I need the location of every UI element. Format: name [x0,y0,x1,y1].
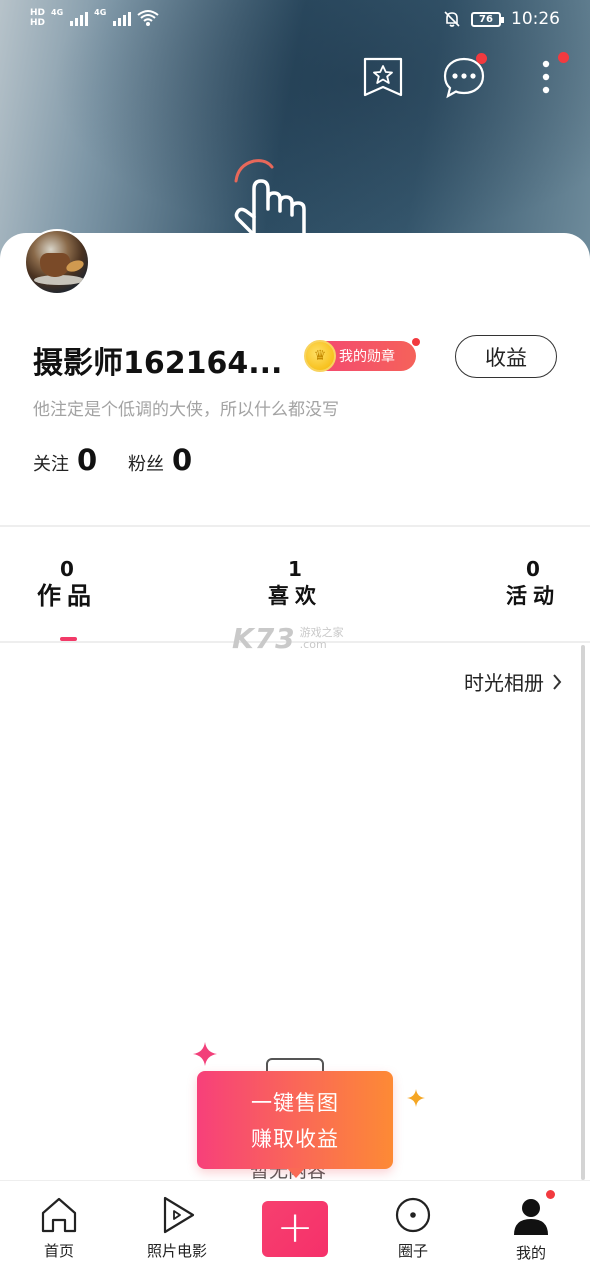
create-plus-button[interactable]: + [262,1201,328,1257]
followers-count: 0 [172,443,193,477]
home-icon [41,1197,77,1233]
tab-works-count: 0 [60,557,74,581]
tab-likes-count: 1 [288,557,302,581]
more-vertical-icon[interactable] [538,52,569,100]
avatar[interactable] [24,229,90,295]
watermark: K73 游戏之家 .com [232,622,344,655]
bookmark-star-icon[interactable] [363,57,403,103]
mute-bell-icon [444,11,460,27]
crown-icon: ♛ [304,340,336,372]
signal-icon [70,10,89,26]
following-count: 0 [77,443,98,477]
nav-circle-label: 圈子 [397,1242,428,1260]
nav-me-label: 我的 [515,1244,546,1262]
battery-icon: 76 [471,11,504,27]
divider [0,525,590,527]
earnings-button[interactable]: 收益 [455,335,557,378]
signal-icon [113,10,132,26]
tab-likes-label: 喜欢 [268,584,322,608]
profile-bio: 他注定是个低调的大侠，所以什么都没写 [33,400,339,420]
nav-photo-movie-label: 照片电影 [146,1242,207,1260]
following-label: 关注 [33,454,69,475]
time-album-label: 时光相册 [464,671,544,695]
status-bar: HD HD 4G 4G 76 10:26 [0,0,590,40]
bottom-navigation: 首页 照片电影 + 圈子 我的 [0,1180,590,1278]
tab-activity-label: 活动 [506,584,560,608]
nav-home-label: 首页 [43,1242,74,1260]
tab-works-label: 作品 [37,582,97,610]
nav-home[interactable]: 首页 [14,1196,104,1261]
person-icon [514,1199,548,1235]
followers-stat[interactable]: 粉丝 0 [128,443,192,477]
scrollbar[interactable] [581,645,585,1180]
play-icon [163,1196,195,1234]
nav-photo-movie[interactable]: 照片电影 [132,1196,222,1261]
tab-activity[interactable]: 0 活动 [496,556,570,610]
nav-circle[interactable]: 圈子 [368,1196,458,1261]
sim-indicator: HD HD [30,8,46,28]
followers-label: 粉丝 [128,454,164,475]
tab-activity-count: 0 [526,557,540,581]
message-more-icon[interactable] [442,53,487,103]
time-album-link[interactable]: 时光相册 [464,667,562,696]
notification-dot [412,338,420,346]
sell-photos-promo[interactable]: 一键售图 赚取收益 [197,1071,393,1178]
plus-icon: + [276,1202,314,1253]
medal-badge-label: 我的勋章 [339,349,395,365]
profile-name: 摄影师162164... [33,346,283,381]
tab-works[interactable]: 0 作品 [30,556,104,610]
chevron-right-icon [553,673,562,690]
notification-dot [476,53,487,64]
notification-dot [558,52,569,63]
following-stat[interactable]: 关注 0 [33,443,97,477]
promo-line-1: 一键售图 [251,1091,339,1115]
clock: 10:26 [511,9,560,29]
notification-dot [546,1190,555,1199]
promo-line-2: 赚取收益 [251,1127,339,1151]
nav-me[interactable]: 我的 [486,1190,576,1263]
sparkle-icon [193,1042,217,1066]
tab-likes[interactable]: 1 喜欢 [258,556,332,610]
sparkle-icon [407,1089,425,1107]
medal-badge-button[interactable]: ♛ 我的勋章 [304,338,420,372]
wifi-icon [137,10,159,26]
network-type-2: 4G [94,8,107,17]
circle-icon [395,1197,431,1233]
network-type-1: 4G [51,8,64,17]
